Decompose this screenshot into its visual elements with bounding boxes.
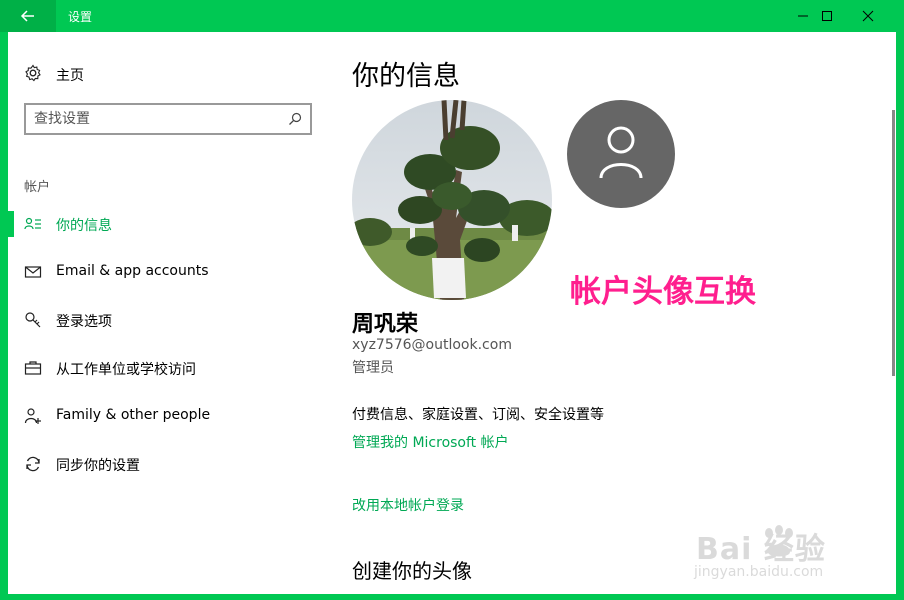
user-role: 管理员 <box>352 360 394 376</box>
title-bar: 设置 <box>0 0 904 32</box>
switch-local-account-link[interactable]: 改用本地帐户登录 <box>352 495 464 515</box>
maximize-button[interactable] <box>805 0 849 32</box>
mail-icon <box>24 266 42 278</box>
search-box[interactable] <box>24 103 312 135</box>
back-arrow-icon <box>20 10 34 22</box>
sidebar-item-label: 从工作单位或学校访问 <box>56 362 196 378</box>
sidebar-item-family[interactable]: Family & other people <box>8 403 308 429</box>
search-icon[interactable] <box>288 112 302 126</box>
user-photo <box>352 100 552 300</box>
manage-microsoft-account-link[interactable]: 管理我的 Microsoft 帐户 <box>352 432 509 452</box>
sidebar-item-label: 你的信息 <box>56 218 112 234</box>
baidu-watermark: Bai 经验 jingyan.baidu.com <box>690 524 862 584</box>
create-avatar-heading: 创建你的头像 <box>352 559 472 583</box>
key-icon <box>25 312 41 328</box>
user-email: xyz7576@outlook.com <box>352 337 512 353</box>
sync-icon <box>26 456 40 472</box>
briefcase-icon <box>24 361 42 375</box>
person-add-icon <box>24 408 41 424</box>
maximize-icon <box>822 11 832 21</box>
paw-icon <box>765 525 793 557</box>
scrollbar[interactable] <box>892 110 895 376</box>
close-icon <box>862 10 874 22</box>
page-title: 你的信息 <box>352 61 460 92</box>
watermark-url: jingyan.baidu.com <box>694 564 824 580</box>
search-input[interactable] <box>34 109 274 129</box>
sidebar-item-sync[interactable]: 同步你的设置 <box>8 451 308 477</box>
sidebar-item-label: 登录选项 <box>56 314 112 330</box>
settings-window: 主页 帐户 你的信息 Email & app accounts <box>8 32 896 594</box>
close-button[interactable] <box>846 0 890 32</box>
sidebar-item-label: Email & app accounts <box>56 263 209 279</box>
sidebar-item-sign-in-options[interactable]: 登录选项 <box>8 307 308 333</box>
back-button[interactable] <box>0 0 56 32</box>
person-icon <box>599 126 643 179</box>
billing-description: 付费信息、家庭设置、订阅、安全设置等 <box>352 407 604 423</box>
person-list-icon <box>24 217 41 230</box>
sidebar-item-label: Family & other people <box>56 407 211 423</box>
tree-photo-image <box>352 100 552 300</box>
home-label: 主页 <box>56 68 84 84</box>
gear-icon <box>25 64 41 82</box>
user-name: 周巩荣 <box>352 312 419 337</box>
default-avatar[interactable] <box>567 100 675 208</box>
sidebar-item-work-school[interactable]: 从工作单位或学校访问 <box>8 355 308 381</box>
overlay-annotation-text: 帐户头像互换 <box>570 274 756 310</box>
sidebar-item-email-accounts[interactable]: Email & app accounts <box>8 259 308 285</box>
sidebar-item-your-info[interactable]: 你的信息 <box>8 211 308 237</box>
active-indicator <box>8 211 14 237</box>
section-label-accounts: 帐户 <box>24 180 51 195</box>
window-title: 设置 <box>68 10 93 24</box>
sidebar-item-label: 同步你的设置 <box>56 458 140 474</box>
